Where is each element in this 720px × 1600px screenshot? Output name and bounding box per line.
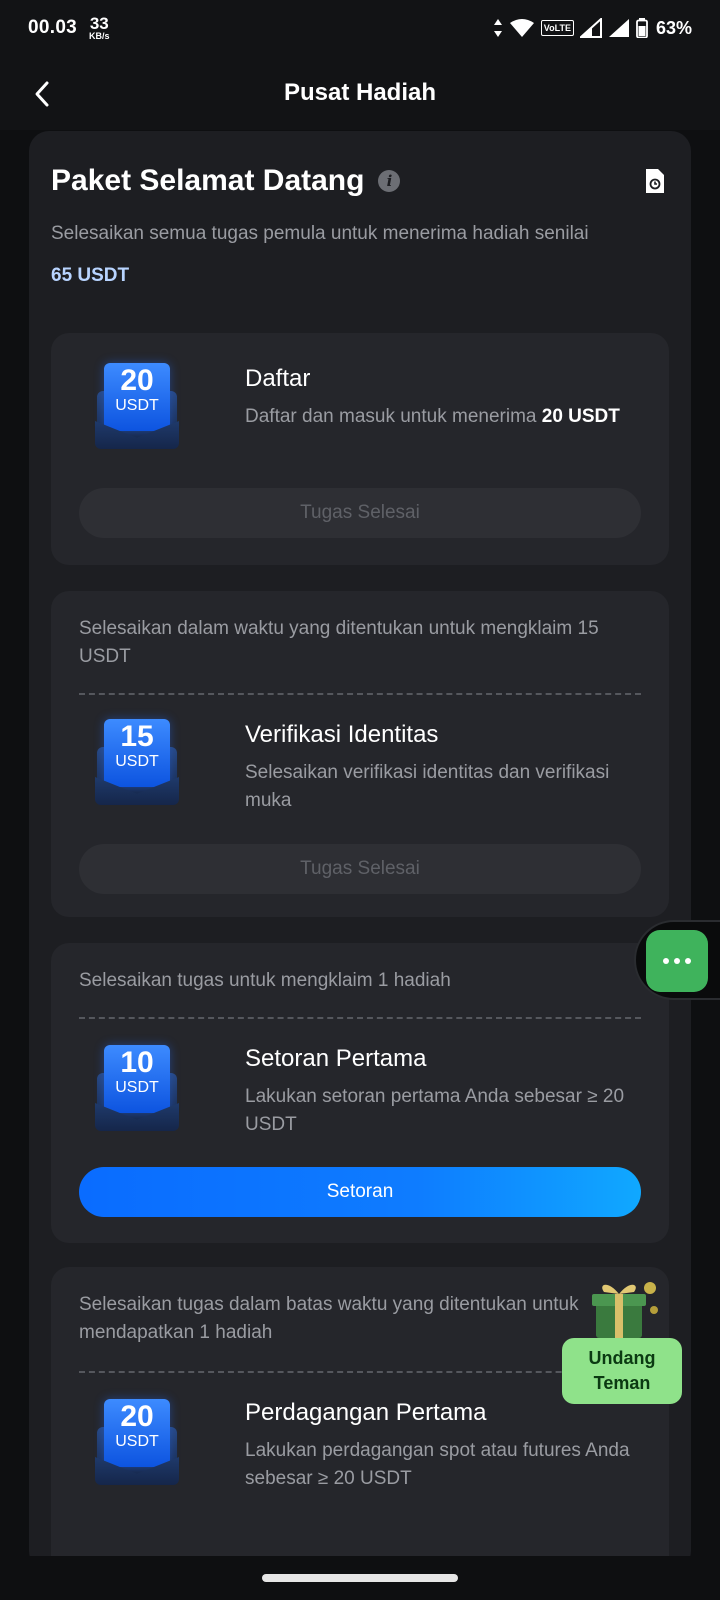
network-speed-unit: KB/s: [89, 31, 110, 41]
task-card-daftar: 20 USDT Daftar Daftar dan masuk untuk me…: [51, 333, 669, 565]
reward-badge: 10 USDT: [95, 1043, 179, 1131]
task-description: Lakukan setoran pertama Anda sebesar ≥ 2…: [245, 1086, 625, 1135]
reward-value: 20: [120, 364, 154, 397]
status-icons: VoLTE 63%: [493, 18, 692, 39]
panel-title: Paket Selamat Datang: [51, 164, 365, 197]
total-reward-amount: 65 USDT: [51, 265, 130, 286]
task-description: Selesaikan verifikasi identitas dan veri…: [245, 762, 610, 811]
dashed-divider: [79, 693, 641, 695]
dashed-divider: [79, 1017, 641, 1019]
reward-value: 15: [120, 720, 154, 753]
gift-box-icon: [592, 1282, 658, 1338]
invite-friend-button[interactable]: Undang Teman: [562, 1276, 682, 1406]
app-header: Pusat Hadiah: [0, 56, 720, 130]
reward-unit: USDT: [115, 397, 159, 414]
history-button[interactable]: [641, 167, 669, 195]
network-speed: 33 KB/s: [89, 15, 110, 41]
task-note: Selesaikan dalam waktu yang ditentukan u…: [79, 618, 599, 667]
status-bar: 00.03 33 KB/s VoLTE 63%: [0, 0, 720, 56]
task-card-verification: Selesaikan dalam waktu yang ditentukan u…: [51, 591, 669, 917]
reward-badge: 15 USDT: [95, 717, 179, 805]
chat-float-tab: [634, 920, 720, 1000]
battery-icon: [636, 18, 648, 38]
invite-label-line1: Undang: [588, 1348, 656, 1368]
dashed-divider: [79, 1371, 641, 1373]
task-completed-button: Tugas Selesai: [79, 488, 641, 538]
task-description-text: Daftar dan masuk untuk menerima: [245, 406, 537, 427]
reward-badge: 20 USDT: [95, 1397, 179, 1485]
invite-label-line2: Teman: [593, 1373, 651, 1393]
data-arrows-icon: [493, 18, 503, 38]
chat-bubble-icon-dot: [663, 958, 669, 964]
deposit-button[interactable]: Setoran: [79, 1167, 641, 1217]
reward-unit: USDT: [115, 753, 159, 770]
info-icon[interactable]: i: [378, 170, 401, 192]
task-description: Daftar dan masuk untuk menerima 20 USDT: [245, 403, 645, 431]
chat-button[interactable]: [646, 930, 708, 992]
chat-bubble-icon-dot: [685, 958, 691, 964]
volte-icon: VoLTE: [540, 20, 574, 36]
reward-unit: USDT: [115, 1079, 159, 1096]
home-indicator[interactable]: [262, 1574, 458, 1582]
task-description: Lakukan perdagangan spot atau futures An…: [245, 1440, 630, 1489]
reward-ticket: 20 USDT: [104, 363, 170, 431]
signal-1-icon: [579, 18, 602, 38]
wifi-icon: [509, 18, 535, 38]
network-speed-value: 33: [89, 14, 109, 33]
task-note: Selesaikan tugas dalam batas waktu yang …: [79, 1294, 579, 1343]
reward-ticket: 10 USDT: [104, 1045, 170, 1113]
reward-value: 20: [120, 1400, 154, 1433]
task-card-first-deposit: Selesaikan tugas untuk mengklaim 1 hadia…: [51, 943, 669, 1243]
panel-description: Selesaikan semua tugas pemula untuk mene…: [51, 223, 589, 244]
signal-2-icon: [608, 18, 630, 38]
task-title: Verifikasi Identitas: [245, 721, 439, 748]
panel-title-row: Paket Selamat Datang i: [51, 161, 669, 201]
reward-unit: USDT: [115, 1433, 159, 1450]
page-title: Pusat Hadiah: [283, 79, 437, 106]
invite-friend-label: Undang Teman: [562, 1338, 682, 1404]
chat-bubble-icon-dot: [674, 958, 680, 964]
document-clock-icon: [646, 169, 664, 193]
task-completed-button: Tugas Selesai: [79, 844, 641, 894]
task-description-amount: 20 USDT: [541, 406, 620, 427]
task-note: Selesaikan tugas untuk mengklaim 1 hadia…: [79, 970, 451, 991]
task-title: Daftar: [245, 365, 311, 392]
chevron-left-icon: [35, 81, 49, 107]
reward-badge: 20 USDT: [95, 361, 179, 449]
task-title: Setoran Pertama: [245, 1045, 427, 1072]
reward-value: 10: [120, 1046, 154, 1079]
status-time: 00.03: [28, 17, 78, 38]
back-button[interactable]: [22, 74, 62, 114]
battery-percent: 63%: [655, 17, 692, 38]
task-title: Perdagangan Pertama: [245, 1399, 487, 1426]
reward-ticket: 20 USDT: [104, 1399, 170, 1467]
reward-ticket: 15 USDT: [104, 719, 170, 787]
